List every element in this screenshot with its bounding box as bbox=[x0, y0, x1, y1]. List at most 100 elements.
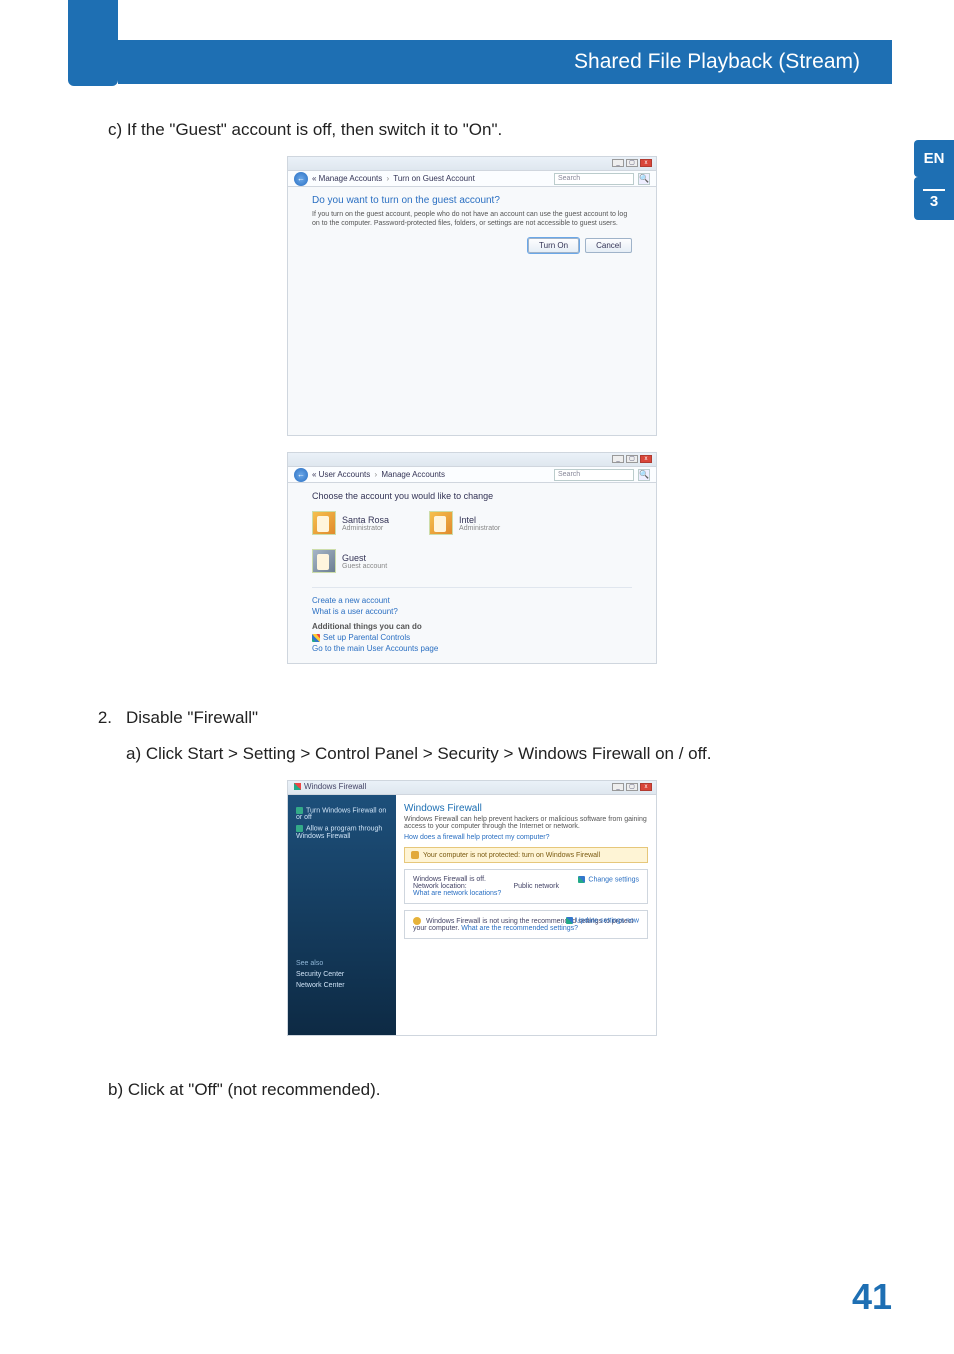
account-name: Intel bbox=[459, 515, 500, 525]
avatar bbox=[312, 511, 336, 535]
link-label: Update settings now bbox=[576, 917, 639, 924]
link-parental-controls[interactable]: Set up Parental Controls bbox=[312, 633, 632, 642]
window-titlebar: _ ▢ x bbox=[288, 453, 656, 467]
search-icon[interactable]: 🔍 bbox=[638, 173, 650, 185]
window-buttons: _ ▢ x bbox=[612, 455, 652, 463]
see-also: See also Security Center Network Center bbox=[296, 960, 388, 989]
breadcrumb[interactable]: « Manage Accounts › Turn on Guest Accoun… bbox=[312, 174, 536, 183]
window-min-button[interactable]: _ bbox=[612, 783, 624, 791]
step-2b-text: b) Click at "Off" (not recommended). bbox=[108, 1080, 852, 1100]
step-2a-text: a) Click Start > Setting > Control Panel… bbox=[126, 744, 712, 764]
address-bar: ← « Manage Accounts › Turn on Guest Acco… bbox=[288, 171, 656, 187]
search-input[interactable]: Search bbox=[554, 469, 634, 481]
screenshot-manage-accounts: _ ▢ x ← « User Accounts › Manage Account… bbox=[287, 452, 657, 664]
search-input[interactable]: Search bbox=[554, 173, 634, 185]
accounts-row1: Santa Rosa Administrator Intel Administr… bbox=[312, 511, 632, 535]
account-links: Create a new account What is a user acco… bbox=[312, 587, 632, 653]
window-min-button[interactable]: _ bbox=[612, 159, 624, 167]
tab-lang[interactable]: EN bbox=[914, 140, 954, 177]
shield-icon bbox=[294, 783, 301, 790]
search-icon[interactable]: 🔍 bbox=[638, 469, 650, 481]
account-name: Guest bbox=[342, 553, 387, 563]
firewall-recommend-card: Update settings now Windows Firewall is … bbox=[404, 910, 648, 939]
tab-chapter[interactable]: 3 bbox=[914, 177, 954, 220]
window-body: Do you want to turn on the guest account… bbox=[288, 187, 656, 261]
status-line2: Network location: Public network bbox=[413, 883, 639, 890]
breadcrumb-sep: › bbox=[387, 174, 390, 183]
header: Shared File Playback (Stream) bbox=[0, 0, 954, 86]
window-min-button[interactable]: _ bbox=[612, 455, 624, 463]
back-button[interactable]: ← bbox=[294, 468, 308, 482]
shield-icon bbox=[312, 634, 320, 642]
window-close-button[interactable]: x bbox=[640, 455, 652, 463]
window-max-button[interactable]: ▢ bbox=[626, 455, 638, 463]
link-network-center[interactable]: Network Center bbox=[296, 982, 388, 989]
account-role: Guest account bbox=[342, 563, 387, 570]
shield-icon bbox=[296, 807, 303, 814]
header-accent bbox=[68, 0, 118, 86]
address-bar: ← « User Accounts › Manage Accounts Sear… bbox=[288, 467, 656, 483]
back-button[interactable]: ← bbox=[294, 172, 308, 186]
window-buttons: _ ▢ x bbox=[612, 159, 652, 167]
breadcrumb-part2: Manage Accounts bbox=[381, 470, 445, 479]
account-name: Santa Rosa bbox=[342, 515, 389, 525]
warning-bar: Your computer is not protected: turn on … bbox=[404, 847, 648, 863]
additional-things-heading: Additional things you can do bbox=[312, 622, 632, 631]
breadcrumb-part2: Turn on Guest Account bbox=[393, 174, 475, 183]
link-label: Allow a program through Windows Firewall bbox=[296, 826, 382, 840]
shield-icon bbox=[578, 876, 585, 883]
breadcrumb[interactable]: « User Accounts › Manage Accounts bbox=[312, 470, 550, 479]
firewall-main: Windows Firewall Windows Firewall can he… bbox=[396, 795, 656, 1035]
link-recommended-settings[interactable]: What are the recommended settings? bbox=[461, 925, 578, 932]
window-titlebar: _ ▢ x bbox=[288, 157, 656, 171]
step-2-title: Disable "Firewall" bbox=[126, 708, 712, 728]
screenshot-firewall: Windows Firewall _ ▢ x Turn Windows Fire… bbox=[287, 780, 657, 1036]
turn-on-button[interactable]: Turn On bbox=[528, 238, 579, 253]
step-2: 2. Disable "Firewall" a) Click Start > S… bbox=[92, 708, 852, 764]
firewall-body: Turn Windows Firewall on or off Allow a … bbox=[288, 795, 656, 1035]
link-how-firewall-helps[interactable]: How does a firewall help protect my comp… bbox=[404, 834, 648, 841]
link-network-locations[interactable]: What are network locations? bbox=[413, 890, 501, 897]
account-santa-rosa[interactable]: Santa Rosa Administrator bbox=[312, 511, 389, 535]
link-main-accounts[interactable]: Go to the main User Accounts page bbox=[312, 644, 632, 653]
window-max-button[interactable]: ▢ bbox=[626, 159, 638, 167]
link-what-is-account[interactable]: What is a user account? bbox=[312, 607, 632, 616]
window-close-button[interactable]: x bbox=[640, 783, 652, 791]
sidebar-link-turn-onoff[interactable]: Turn Windows Firewall on or off bbox=[296, 807, 388, 821]
account-intel[interactable]: Intel Administrator bbox=[429, 511, 500, 535]
link-label: Change settings bbox=[588, 876, 639, 883]
window-title: Windows Firewall bbox=[294, 782, 366, 791]
see-also-heading: See also bbox=[296, 960, 388, 967]
shield-icon bbox=[296, 825, 303, 832]
firewall-sidebar: Turn Windows Firewall on or off Allow a … bbox=[288, 795, 396, 1035]
header-ribbon: Shared File Playback (Stream) bbox=[118, 40, 892, 84]
breadcrumb-part1: Manage Accounts bbox=[319, 174, 383, 183]
header-title: Shared File Playback (Stream) bbox=[574, 50, 860, 74]
shield-icon bbox=[566, 917, 573, 924]
link-create-account[interactable]: Create a new account bbox=[312, 596, 632, 605]
window-close-button[interactable]: x bbox=[640, 159, 652, 167]
side-tabs: EN 3 bbox=[914, 140, 954, 220]
tab-chapter-num: 3 bbox=[930, 193, 938, 210]
search-placeholder: Search bbox=[558, 471, 580, 478]
warning-icon bbox=[411, 851, 419, 859]
link-update-settings[interactable]: Update settings now bbox=[566, 917, 639, 924]
link-label: Set up Parental Controls bbox=[323, 633, 410, 642]
link-label: Turn Windows Firewall on or off bbox=[296, 807, 386, 821]
account-guest[interactable]: Guest Guest account bbox=[312, 549, 387, 573]
window-titlebar: Windows Firewall _ ▢ x bbox=[288, 781, 656, 795]
cancel-button[interactable]: Cancel bbox=[585, 238, 632, 253]
sidebar-link-allow-program[interactable]: Allow a program through Windows Firewall bbox=[296, 825, 388, 839]
panel-desc: Windows Firewall can help prevent hacker… bbox=[404, 816, 648, 830]
dialog-description: If you turn on the guest account, people… bbox=[312, 210, 632, 228]
dialog-question: Do you want to turn on the guest account… bbox=[312, 195, 632, 206]
accounts-row2: Guest Guest account bbox=[312, 549, 632, 573]
window-max-button[interactable]: ▢ bbox=[626, 783, 638, 791]
link-security-center[interactable]: Security Center bbox=[296, 971, 388, 978]
firewall-status-card: Change settings Windows Firewall is off.… bbox=[404, 869, 648, 904]
link-change-settings[interactable]: Change settings bbox=[578, 876, 639, 883]
dialog-buttons: Turn On Cancel bbox=[312, 238, 632, 253]
window-body: Choose the account you would like to cha… bbox=[288, 483, 656, 663]
window-title-text: Windows Firewall bbox=[304, 782, 366, 791]
search-placeholder: Search bbox=[558, 175, 580, 182]
